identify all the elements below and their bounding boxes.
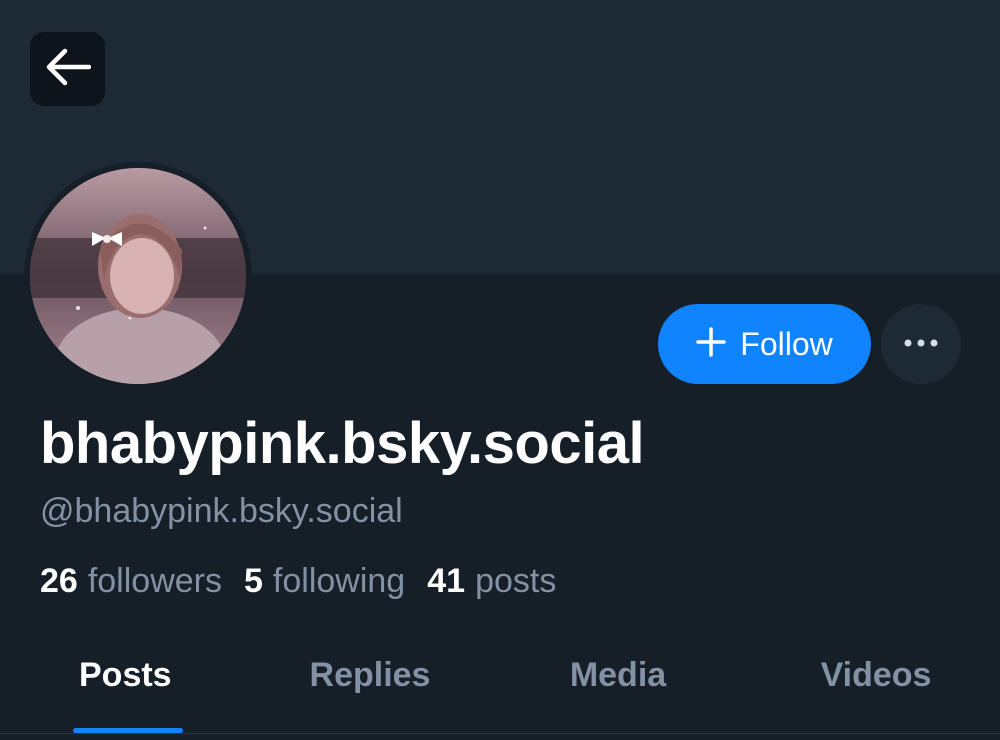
ellipsis-icon	[903, 335, 939, 353]
tab-videos-label: Videos	[820, 656, 932, 694]
tabs-divider	[0, 733, 1000, 734]
avatar[interactable]	[30, 168, 246, 384]
profile-stats: 26 followers 5 following 41 posts	[40, 562, 556, 601]
posts-stat: 41 posts	[427, 562, 556, 601]
tab-posts[interactable]: Posts	[0, 640, 256, 740]
tab-media[interactable]: Media	[484, 640, 752, 740]
display-name: bhabypink.bsky.social	[40, 411, 645, 476]
follow-button-label: Follow	[740, 325, 833, 362]
tab-replies[interactable]: Replies	[256, 640, 484, 740]
arrow-left-icon	[45, 47, 91, 92]
profile-tabs: Posts Replies Media Videos	[0, 640, 1000, 740]
following-label: following	[272, 562, 406, 600]
follow-button[interactable]: Follow	[658, 304, 871, 384]
plus-icon	[696, 326, 727, 362]
following-stat[interactable]: 5 following	[244, 562, 405, 601]
avatar-photo	[30, 168, 246, 384]
followers-label: followers	[87, 562, 222, 600]
back-button[interactable]	[30, 32, 105, 106]
tab-posts-label: Posts	[79, 656, 172, 694]
followers-stat[interactable]: 26 followers	[40, 562, 222, 601]
following-count: 5	[244, 562, 263, 600]
posts-count: 41	[427, 562, 466, 600]
posts-label: posts	[475, 562, 557, 600]
tab-videos[interactable]: Videos	[752, 640, 1000, 740]
avatar-frame	[24, 162, 252, 390]
tab-replies-label: Replies	[309, 656, 431, 694]
more-options-button[interactable]	[881, 304, 961, 384]
tab-media-label: Media	[569, 656, 667, 694]
followers-count: 26	[40, 562, 78, 600]
profile-handle: @bhabypink.bsky.social	[40, 492, 403, 530]
